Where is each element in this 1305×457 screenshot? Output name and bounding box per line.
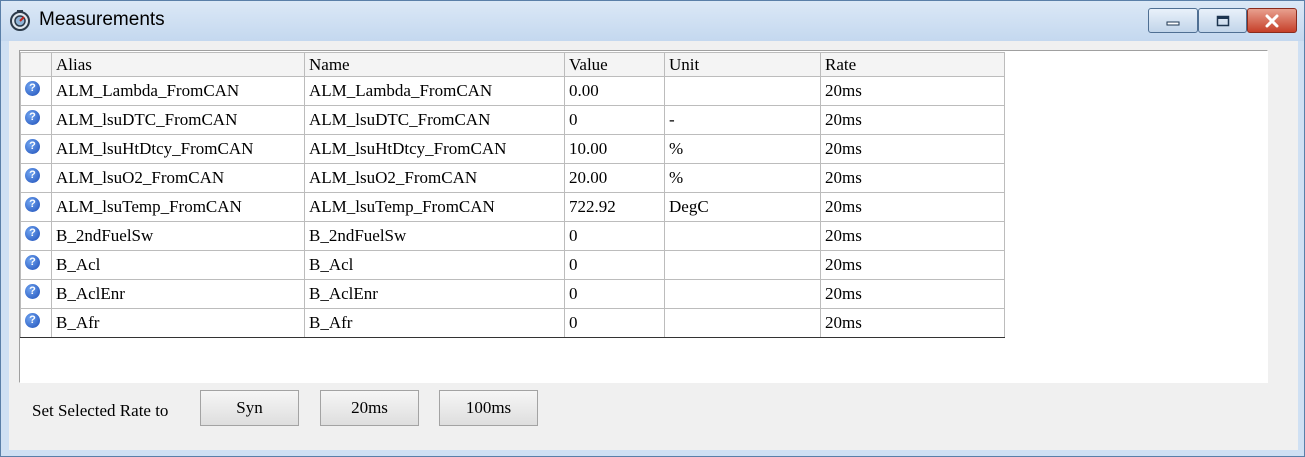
alias-cell[interactable]: ALM_lsuO2_FromCAN <box>51 163 305 193</box>
question-icon: ? <box>25 167 40 183</box>
alias-cell[interactable]: ALM_lsuDTC_FromCAN <box>51 105 305 135</box>
close-button[interactable] <box>1247 8 1297 33</box>
table-row[interactable]: ? ALM_lsuDTC_FromCAN ALM_lsuDTC_FromCAN … <box>20 105 1005 135</box>
name-cell[interactable]: B_2ndFuelSw <box>304 221 565 251</box>
rate-cell[interactable]: 20ms <box>820 250 1005 280</box>
name-cell[interactable]: ALM_Lambda_FromCAN <box>304 76 565 106</box>
question-icon: ? <box>25 312 40 328</box>
rate-cell[interactable]: 20ms <box>820 308 1005 338</box>
alias-cell[interactable]: B_AclEnr <box>51 279 305 309</box>
value-cell[interactable]: 0 <box>564 221 665 251</box>
client-area: Alias Name Value Unit Rate ? ALM_Lambda_… <box>9 41 1298 450</box>
alias-cell[interactable]: ALM_lsuHtDtcy_FromCAN <box>51 134 305 164</box>
minimize-icon <box>1166 21 1180 25</box>
question-icon: ? <box>25 225 40 241</box>
rate-100ms-button[interactable]: 100ms <box>439 390 538 426</box>
unit-cell[interactable] <box>664 279 821 309</box>
name-cell[interactable]: ALM_lsuDTC_FromCAN <box>304 105 565 135</box>
unit-cell[interactable]: - <box>664 105 821 135</box>
name-cell-selected[interactable]: B_Afr <box>304 308 565 338</box>
rate-cell[interactable]: 20ms <box>820 192 1005 222</box>
alias-cell[interactable]: ALM_Lambda_FromCAN <box>51 76 305 106</box>
unit-cell[interactable]: DegC <box>664 192 821 222</box>
rate-20ms-button[interactable]: 20ms <box>320 390 419 426</box>
rate-cell[interactable]: 20ms <box>820 105 1005 135</box>
value-cell[interactable]: 10.00 <box>564 134 665 164</box>
alias-cell[interactable]: ALM_lsuTemp_FromCAN <box>51 192 305 222</box>
set-rate-label: Set Selected Rate to <box>32 401 169 420</box>
column-header-alias[interactable]: Alias <box>51 52 305 77</box>
name-cell[interactable]: ALM_lsuTemp_FromCAN <box>304 192 565 222</box>
minimize-button[interactable] <box>1148 8 1198 33</box>
table-row[interactable]: ? B_Acl B_Acl 0 20ms <box>20 250 1005 280</box>
alias-cell[interactable]: B_Acl <box>51 250 305 280</box>
measurement-table: Alias Name Value Unit Rate ? ALM_Lambda_… <box>20 52 1005 338</box>
question-icon: ? <box>25 109 40 125</box>
maximize-button[interactable] <box>1198 8 1247 33</box>
table-row[interactable]: ? ALM_lsuHtDtcy_FromCAN ALM_lsuHtDtcy_Fr… <box>20 134 1005 164</box>
table-row[interactable]: ? ALM_Lambda_FromCAN ALM_Lambda_FromCAN … <box>20 76 1005 106</box>
table-row[interactable]: ? ALM_lsuO2_FromCAN ALM_lsuO2_FromCAN 20… <box>20 163 1005 193</box>
name-cell[interactable]: ALM_lsuO2_FromCAN <box>304 163 565 193</box>
name-cell[interactable]: B_Acl <box>304 250 565 280</box>
rate-cell[interactable]: 20ms <box>820 221 1005 251</box>
column-header-value[interactable]: Value <box>564 52 665 77</box>
value-cell[interactable]: 0 <box>564 105 665 135</box>
table-row[interactable]: ? B_AclEnr B_AclEnr 0 20ms <box>20 279 1005 309</box>
measurement-grid[interactable]: Alias Name Value Unit Rate ? ALM_Lambda_… <box>19 50 1268 383</box>
column-header-name[interactable]: Name <box>304 52 565 77</box>
name-cell[interactable]: ALM_lsuHtDtcy_FromCAN <box>304 134 565 164</box>
value-cell[interactable]: 0 <box>564 279 665 309</box>
rate-cell[interactable]: 20ms <box>820 134 1005 164</box>
question-icon: ? <box>25 138 40 154</box>
alias-cell[interactable]: B_Afr <box>51 308 305 338</box>
unit-cell[interactable] <box>664 221 821 251</box>
value-cell[interactable]: 20.00 <box>564 163 665 193</box>
table-row[interactable]: ? B_2ndFuelSw B_2ndFuelSw 0 20ms <box>20 221 1005 251</box>
maximize-icon <box>1216 15 1229 26</box>
column-header-unit[interactable]: Unit <box>664 52 821 77</box>
value-cell[interactable]: 0 <box>564 250 665 280</box>
unit-cell[interactable] <box>664 308 821 338</box>
question-icon: ? <box>25 196 40 212</box>
rate-cell[interactable]: 20ms <box>820 279 1005 309</box>
unit-cell[interactable]: % <box>664 134 821 164</box>
measurements-window: Measurements Alias Name Value Unit Rate … <box>0 0 1305 457</box>
value-cell[interactable]: 0 <box>564 308 665 338</box>
rate-syn-button[interactable]: Syn <box>200 390 299 426</box>
row-icon-header <box>20 52 52 77</box>
window-title: Measurements <box>39 9 165 30</box>
table-row[interactable]: ? ALM_lsuTemp_FromCAN ALM_lsuTemp_FromCA… <box>20 192 1005 222</box>
header-row: Alias Name Value Unit Rate <box>20 52 1005 77</box>
unit-cell[interactable]: % <box>664 163 821 193</box>
question-icon: ? <box>25 283 40 299</box>
gauge-icon <box>10 10 30 31</box>
name-cell[interactable]: B_AclEnr <box>304 279 565 309</box>
alias-cell[interactable]: B_2ndFuelSw <box>51 221 305 251</box>
rate-cell[interactable]: 20ms <box>820 76 1005 106</box>
unit-cell[interactable] <box>664 76 821 106</box>
column-header-rate[interactable]: Rate <box>820 52 1005 77</box>
table-row[interactable]: ? B_Afr B_Afr 0 20ms <box>20 308 1005 338</box>
question-icon: ? <box>25 254 40 270</box>
value-cell[interactable]: 722.92 <box>564 192 665 222</box>
rate-cell[interactable]: 20ms <box>820 163 1005 193</box>
title-bar[interactable]: Measurements <box>1 1 1304 41</box>
question-icon: ? <box>25 80 40 96</box>
unit-cell[interactable] <box>664 250 821 280</box>
value-cell[interactable]: 0.00 <box>564 76 665 106</box>
close-icon <box>1265 14 1279 27</box>
